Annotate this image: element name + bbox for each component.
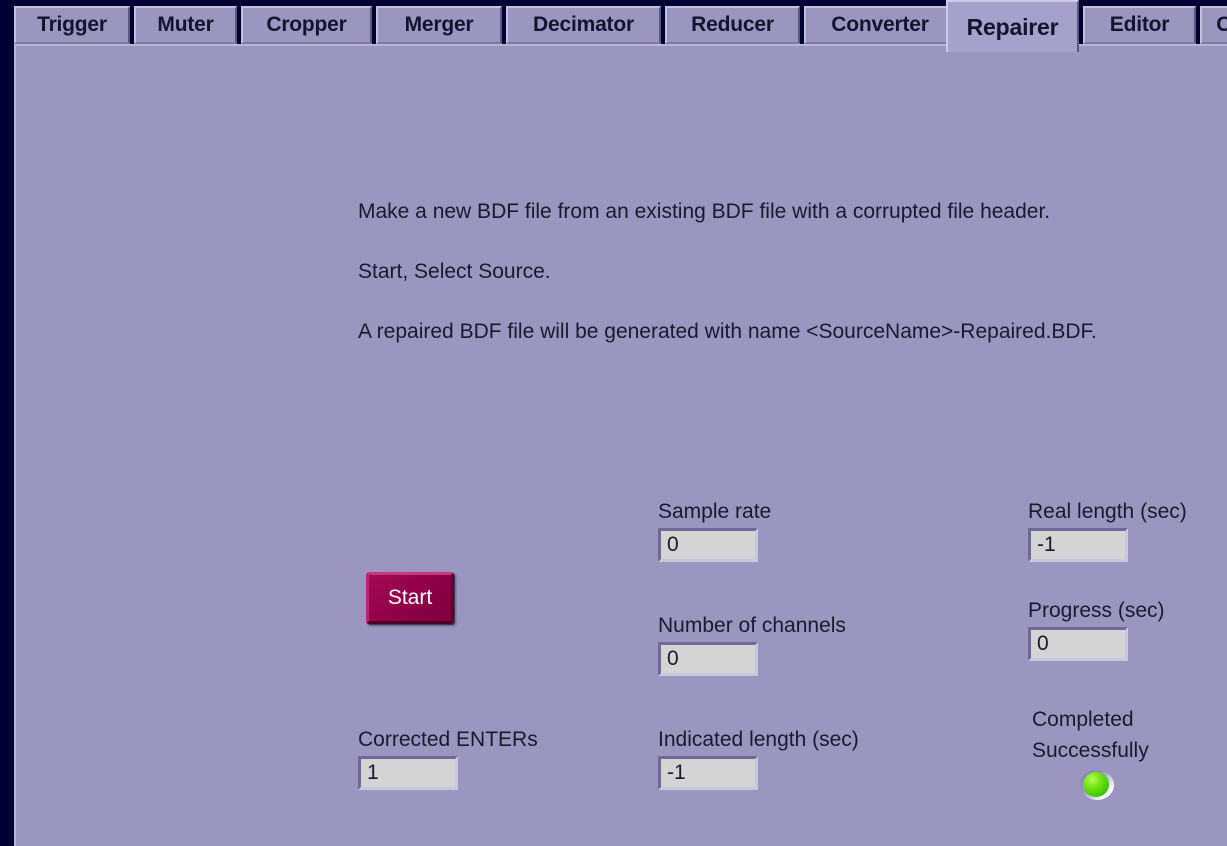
tab-label: Converter: [831, 13, 929, 36]
tab-label: Editor: [1109, 13, 1170, 36]
tab-merger[interactable]: Merger: [376, 6, 502, 44]
tab-reducer[interactable]: Reducer: [665, 6, 800, 44]
sample-rate-label: Sample rate: [658, 500, 772, 523]
sample-rate-group: Sample rate 0: [658, 500, 771, 562]
start-button-label: Start: [387, 586, 433, 609]
real-length-label: Real length (sec): [1028, 500, 1187, 523]
tab-label: Muter: [157, 13, 214, 36]
progress-group: Progress (sec) 0: [1028, 599, 1165, 661]
tab-trigger[interactable]: Trigger: [14, 6, 130, 44]
tab-editor[interactable]: Editor: [1083, 6, 1196, 44]
led-lamp-icon: [1083, 772, 1109, 797]
corrected-enters-label: Corrected ENTERs: [358, 728, 538, 751]
description-line-2: Start, Select Source.: [358, 260, 551, 283]
description-line-3: A repaired BDF file will be generated wi…: [358, 320, 1097, 343]
repairer-panel: Make a new BDF file from an existing BDF…: [14, 44, 1227, 846]
repairer-panel-inner: Make a new BDF file from an existing BDF…: [22, 48, 1227, 846]
real-length-value[interactable]: -1: [1028, 528, 1128, 562]
tab-bar: Trigger Muter Cropper Merger Decimator R…: [14, 0, 1227, 52]
completed-successfully-label-line2: Successfully: [1032, 739, 1149, 762]
tab-label: Repairer: [966, 13, 1059, 40]
number-of-channels-label: Number of channels: [658, 614, 846, 637]
indicated-length-label: Indicated length (sec): [658, 728, 859, 751]
tab-label: Trigger: [37, 13, 107, 36]
tab-label: Merger: [404, 13, 474, 36]
tab-converter[interactable]: Converter: [804, 6, 956, 44]
tab-decimator[interactable]: Decimator: [506, 6, 661, 44]
start-button[interactable]: Start: [366, 572, 454, 624]
corrected-enters-group: Corrected ENTERs 1: [358, 728, 538, 790]
tab-label: Co: [1216, 13, 1227, 36]
sample-rate-value[interactable]: 0: [658, 528, 758, 562]
tab-label: Decimator: [533, 13, 634, 36]
completed-successfully-label-line1: Completed: [1032, 708, 1134, 731]
tab-label: Reducer: [691, 13, 774, 36]
corrected-enters-value[interactable]: 1: [358, 756, 458, 790]
description-line-1: Make a new BDF file from an existing BDF…: [358, 200, 1051, 223]
tab-label: Cropper: [266, 13, 347, 36]
indicated-length-group: Indicated length (sec) -1: [658, 728, 859, 790]
number-of-channels-value[interactable]: 0: [658, 642, 758, 676]
real-length-group: Real length (sec) -1: [1028, 500, 1187, 562]
tab-cropper[interactable]: Cropper: [241, 6, 372, 44]
tab-muter[interactable]: Muter: [134, 6, 237, 44]
tab-repairer[interactable]: Repairer: [946, 0, 1079, 52]
progress-label: Progress (sec): [1028, 599, 1165, 622]
completed-successfully-led: [1080, 770, 1114, 800]
tab-co[interactable]: Co: [1200, 6, 1227, 44]
completed-successfully-group: Completed Successfully: [1032, 704, 1212, 800]
number-of-channels-group: Number of channels 0: [658, 614, 846, 676]
indicated-length-value[interactable]: -1: [658, 756, 758, 790]
progress-value[interactable]: 0: [1028, 627, 1128, 661]
application-window: Trigger Muter Cropper Merger Decimator R…: [0, 0, 1227, 846]
